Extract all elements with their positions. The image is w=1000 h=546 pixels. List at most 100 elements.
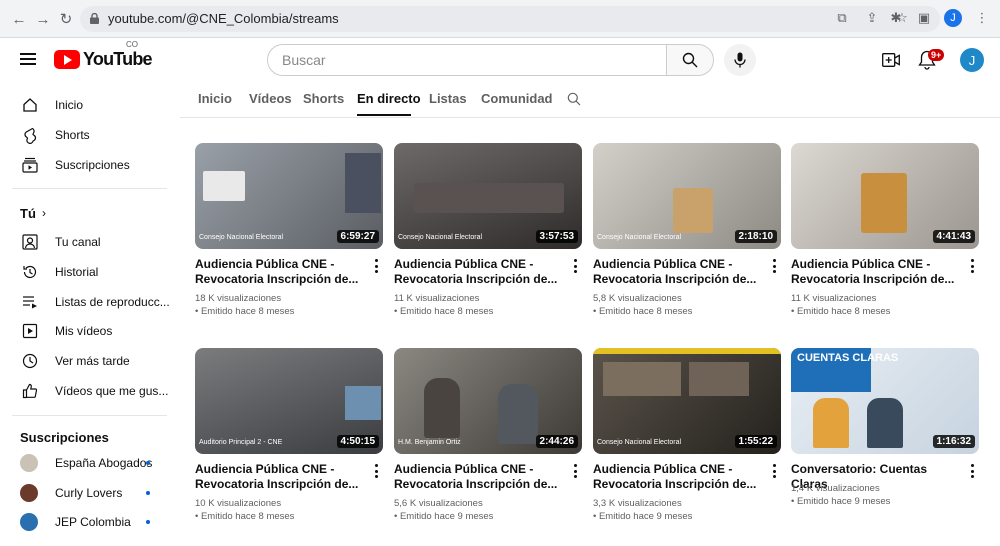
tab-community[interactable]: Comunidad [481,91,553,106]
view-count: 11 K visualizaciones [791,293,877,304]
user-avatar[interactable]: J [960,48,984,72]
tab-live[interactable]: En directo [357,91,421,106]
video-title-line: Audiencia Pública CNE - [394,462,534,476]
video-title-line: Audiencia Pública CNE - [195,257,335,271]
reload-icon[interactable]: ↻ [57,10,75,28]
channel-search-icon[interactable] [567,92,581,106]
more-options-icon[interactable] [373,464,379,478]
youtube-header: YouTube CO Buscar 9+ J [0,38,1000,84]
search-input[interactable]: Buscar [267,44,667,76]
search-placeholder: Buscar [282,52,326,68]
thumbnail-caption: Consejo Nacional Electoral [597,234,682,241]
sidebar-item-subscriptions[interactable]: Suscripciones [0,150,170,180]
active-tab-indicator [357,114,411,116]
create-video-icon [882,53,900,67]
sidebar-item-watch-later[interactable]: Ver más tarde [0,346,170,376]
create-button[interactable] [882,51,900,69]
address-bar[interactable]: youtube.com/@CNE_Colombia/streams [80,6,940,32]
video-thumbnail[interactable]: H.M. Benjamin Ortiz 2:44:26 [394,348,582,454]
video-title[interactable]: Audiencia Pública CNE - Revocatoria Inscr… [593,462,758,492]
video-thumbnail[interactable]: Consejo Nacional Electoral 1:55:22 [593,348,781,454]
menu-icon[interactable] [20,53,36,65]
video-title-line: Revocatoria Inscripción de... [394,477,558,491]
subscription-item[interactable]: JEP Colombia [0,507,170,537]
video-title[interactable]: Audiencia Pública CNE - Revocatoria Inscr… [195,462,360,492]
install-app-icon[interactable]: ⧉ [834,10,850,26]
tab-shorts[interactable]: Shorts [303,91,344,106]
video-thumbnail[interactable]: Consejo Nacional Electoral 2:18:10 [593,143,781,249]
video-thumbnail[interactable]: Consejo Nacional Electoral 3:57:53 [394,143,582,249]
stream-date: • Emitido hace 8 meses [195,511,295,522]
more-options-icon[interactable] [969,259,975,273]
new-content-dot [146,491,150,495]
sidebar-item-history[interactable]: Historial [0,257,170,287]
more-options-icon[interactable] [572,259,578,273]
sidebar-item-shorts[interactable]: Shorts [0,120,170,150]
more-options-icon[interactable] [373,259,379,273]
sidebar-you-header[interactable]: Tú › [0,198,170,228]
browser-profile-avatar[interactable]: J [944,9,962,27]
search-icon [682,52,698,68]
video-title-line: Audiencia Pública CNE - [593,462,733,476]
video-title[interactable]: Audiencia Pública CNE - Revocatoria Inscr… [195,257,360,287]
share-icon[interactable]: ⇪ [864,10,880,26]
tab-videos[interactable]: Vídeos [249,91,292,106]
video-duration: 1:55:22 [734,435,777,448]
video-title-line: Revocatoria Inscripción de... [394,272,558,286]
subscription-label: Curly Lovers [55,486,123,500]
video-card[interactable]: Consejo Nacional Electoral 2:18:10 Audie… [593,143,781,328]
subscriptions-icon [21,156,39,174]
video-card[interactable]: Consejo Nacional Electoral 1:55:22 Audie… [593,348,781,533]
video-title[interactable]: Audiencia Pública CNE - Revocatoria Inscr… [593,257,758,287]
video-card[interactable]: Consejo Nacional Electoral 3:57:53 Audie… [394,143,582,328]
sidebar-item-playlists[interactable]: Listas de reproducc... [0,287,170,317]
video-card[interactable]: Consejo Nacional Electoral 6:59:27 Audie… [195,143,383,328]
tab-playlists[interactable]: Listas [429,91,467,106]
stream-date: • Emitido hace 8 meses [593,306,693,317]
video-title[interactable]: Audiencia Pública CNE - Revocatoria Inscr… [394,462,559,492]
tab-home[interactable]: Inicio [198,91,232,106]
voice-search-button[interactable] [724,44,756,76]
video-title-line: Revocatoria Inscripción de... [791,272,955,286]
sidebar-item-my-videos[interactable]: Mis vídeos [0,316,170,346]
side-panel-icon[interactable]: ▣ [916,10,932,26]
home-icon [21,96,39,114]
video-thumbnail[interactable]: 4:41:43 [791,143,979,249]
url-text: youtube.com/@CNE_Colombia/streams [108,11,339,26]
video-duration: 1:16:32 [932,435,975,448]
subscription-label: España Abogados [55,456,153,470]
video-card[interactable]: Auditorio Principal 2 - CNE 4:50:15 Audi… [195,348,383,533]
sidebar-item-home[interactable]: Inicio [0,90,170,120]
extensions-icon[interactable]: ✱ [888,10,904,26]
more-options-icon[interactable] [771,464,777,478]
video-title-line: Revocatoria Inscripción de... [593,272,757,286]
back-icon[interactable]: ← [10,10,28,28]
sidebar-item-liked-videos[interactable]: Vídeos que me gus... [0,376,170,406]
channel-avatar [20,513,38,531]
more-options-icon[interactable] [572,464,578,478]
subscription-item[interactable]: Curly Lovers [0,478,170,508]
thumbnail-caption: Consejo Nacional Electoral [199,234,284,241]
video-title[interactable]: Audiencia Pública CNE - Revocatoria Inscr… [394,257,559,287]
more-options-icon[interactable] [771,259,777,273]
more-options-icon[interactable] [969,464,975,478]
subscription-item[interactable]: España Abogados [0,448,170,478]
stream-date: • Emitido hace 9 meses [593,511,693,522]
video-title-line: Audiencia Pública CNE - [195,462,335,476]
video-thumbnail[interactable]: Consejo Nacional Electoral 6:59:27 [195,143,383,249]
video-thumbnail[interactable]: CUENTAS CLARAS 1:16:32 [791,348,979,454]
watch-later-icon [21,352,39,370]
search-button[interactable] [666,44,714,76]
youtube-logo[interactable]: YouTube [54,49,153,70]
video-card[interactable]: H.M. Benjamin Ortiz 2:44:26 Audiencia Pú… [394,348,582,533]
video-title[interactable]: Audiencia Pública CNE - Revocatoria Inscr… [791,257,956,287]
browser-menu-icon[interactable]: ⋮ [974,10,990,26]
sidebar-item-label: Listas de reproducc... [55,295,170,309]
video-title-line: Audiencia Pública CNE - [593,257,733,271]
sidebar-divider [12,188,167,189]
video-thumbnail[interactable]: Auditorio Principal 2 - CNE 4:50:15 [195,348,383,454]
sidebar-item-your-channel[interactable]: Tu canal [0,227,170,257]
video-card[interactable]: CUENTAS CLARAS 1:16:32 Conversatorio: Cu… [791,348,979,533]
video-card[interactable]: 4:41:43 Audiencia Pública CNE - Revocator… [791,143,979,328]
forward-icon[interactable]: → [34,10,52,28]
